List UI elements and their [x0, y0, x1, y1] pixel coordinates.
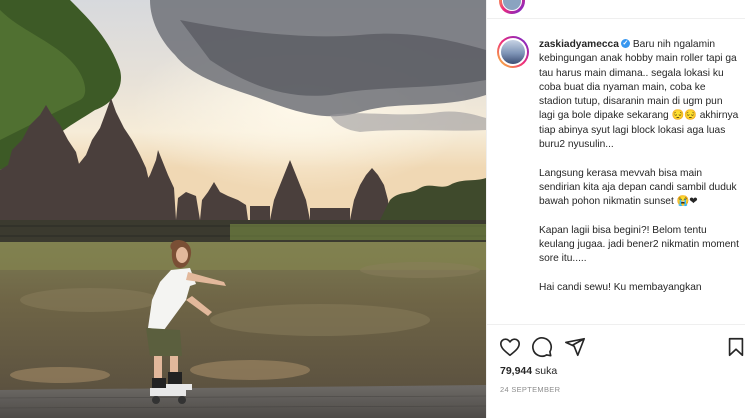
- caption-paragraph-2: Langsung kerasa mevvah bisa main sendiri…: [539, 167, 737, 208]
- heart-icon[interactable]: [499, 336, 521, 358]
- caption-paragraph-1: zaskiadyamecca ✓ Baru nih ngalamin kebingu…: [539, 38, 739, 152]
- likes-number: 79,944: [500, 365, 533, 377]
- share-icon[interactable]: [564, 336, 586, 358]
- temple-sunset-photo: [0, 0, 486, 418]
- avatar[interactable]: [497, 36, 529, 68]
- caption-paragraph-3: Kapan lagii bisa begini?! Belom tentu ke…: [539, 224, 739, 265]
- comment-icon[interactable]: [531, 336, 553, 358]
- caption-text-1: Baru nih ngalamin kebingungan anak hobby…: [539, 39, 739, 151]
- caption-paragraph-4: Hai candi sewu! Ku membayangkan: [539, 282, 702, 294]
- instagram-post: zaskiadyamecca ✓ Baru nih ngalamin kebingu…: [0, 0, 745, 418]
- caption-text: zaskiadyamecca ✓ Baru nih ngalamin kebingu…: [539, 38, 739, 310]
- post-photo[interactable]: [0, 0, 486, 418]
- likes-count[interactable]: 79,944 suka: [500, 365, 557, 377]
- post-date[interactable]: 24 SEPTEMBER: [500, 385, 560, 394]
- post-actions: 79,944 suka 24 SEPTEMBER: [487, 324, 745, 419]
- caption-area[interactable]: zaskiadyamecca ✓ Baru nih ngalamin kebingu…: [487, 26, 745, 324]
- avatar-ring: [499, 38, 527, 66]
- header-avatar[interactable]: [499, 0, 525, 14]
- avatar-image: [501, 40, 525, 64]
- username-link[interactable]: zaskiadyamecca: [539, 39, 619, 50]
- post-header-strip: [487, 0, 745, 19]
- bookmark-icon[interactable]: [725, 336, 745, 358]
- likes-label: suka: [535, 365, 558, 377]
- post-sidebar: zaskiadyamecca ✓ Baru nih ngalamin kebingu…: [486, 0, 745, 418]
- verified-badge-icon: ✓: [620, 38, 630, 48]
